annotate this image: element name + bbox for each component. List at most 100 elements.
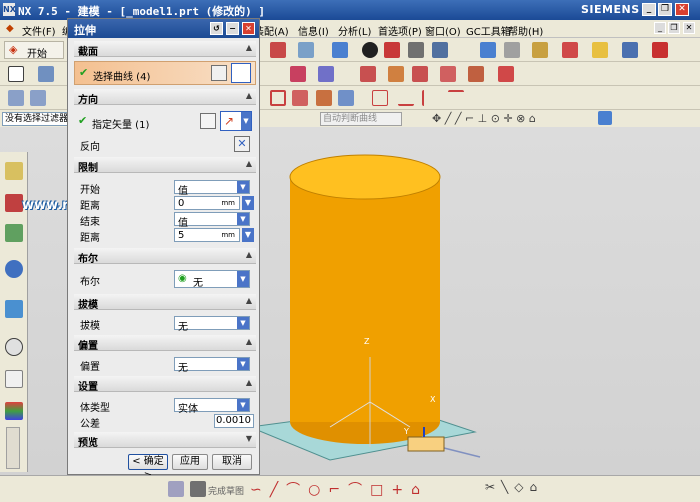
view-icon-3[interactable] xyxy=(432,42,448,58)
sketch-section-icon[interactable] xyxy=(211,65,227,81)
start-button[interactable]: ◈ 开始 xyxy=(4,41,64,60)
start-distance-field[interactable]: 0 mm xyxy=(174,196,240,210)
sketch-constraint-tools[interactable]: ✂╲◇⌂ xyxy=(485,480,543,494)
feature-icon-7[interactable] xyxy=(440,66,456,82)
view-icon-2[interactable] xyxy=(408,42,424,58)
surface-icon-2[interactable] xyxy=(30,90,46,106)
feature-icon-4[interactable] xyxy=(360,66,376,82)
curve-select-icon[interactable] xyxy=(231,63,251,83)
surface-icon[interactable] xyxy=(8,90,24,106)
boolean-header[interactable]: 布尔 ▲ xyxy=(74,248,256,265)
direction-header[interactable]: 方向 ▲ xyxy=(74,89,256,106)
menu-help[interactable]: 帮助(H) xyxy=(508,23,543,38)
reuse-library-icon[interactable] xyxy=(5,224,23,242)
shading-icon[interactable] xyxy=(362,42,378,58)
reverse-direction-button[interactable]: ✕ xyxy=(234,136,250,152)
assembly-nav-icon[interactable] xyxy=(5,162,23,180)
finish-sketch-label[interactable]: 完成草图 xyxy=(208,484,244,497)
history-icon[interactable] xyxy=(5,300,23,318)
sketch-curve-tools[interactable]: ∽╱⌒○⌐⌒□+⌂ xyxy=(250,479,428,499)
curve-icon-5[interactable] xyxy=(372,90,388,106)
menu-info[interactable]: 信息(I) xyxy=(298,23,329,38)
limits-header[interactable]: 限制 ▲ xyxy=(74,157,256,174)
feature-icon-2[interactable] xyxy=(290,66,306,82)
menu-analysis[interactable]: 分析(L) xyxy=(338,23,371,38)
curve-icon[interactable] xyxy=(270,90,286,106)
cancel-button[interactable]: 取消 xyxy=(212,454,252,470)
tool-icon[interactable] xyxy=(504,42,520,58)
apply-button[interactable]: 应用 xyxy=(172,454,208,470)
curve-icon-3[interactable] xyxy=(316,90,332,106)
minimize-button[interactable]: _ xyxy=(642,3,656,16)
finish-sketch-icon[interactable] xyxy=(190,481,206,497)
cube-icon[interactable] xyxy=(332,42,348,58)
feature-icon-3[interactable] xyxy=(318,66,334,82)
system-materials-icon[interactable] xyxy=(5,370,23,388)
menu-gc-toolbox[interactable]: GC工具箱 xyxy=(466,23,511,38)
vector-type-dropdown[interactable]: ↗ ▼ xyxy=(220,111,252,131)
feature-icon-5[interactable] xyxy=(388,66,404,82)
curve-icon-7[interactable] xyxy=(422,90,438,106)
csys-handle[interactable] xyxy=(407,436,445,452)
select-curve-row[interactable]: ✔ 选择曲线 (4) xyxy=(74,61,256,85)
start-dropdown[interactable]: 值 ▼ xyxy=(174,180,250,197)
feature-icon-8[interactable] xyxy=(468,66,484,82)
tool-icon-4[interactable] xyxy=(592,42,608,58)
specify-vector-row[interactable]: ✔ 指定矢量 (1) ↗ ▼ xyxy=(74,111,256,133)
palette-icon[interactable] xyxy=(5,402,23,420)
toolbar-icon-1[interactable] xyxy=(270,42,286,58)
curve-icon-6[interactable] xyxy=(398,90,414,106)
tool-icon-3[interactable] xyxy=(562,42,578,58)
restore-button[interactable]: ❐ xyxy=(658,3,672,16)
dialog-close-button[interactable]: ✕ xyxy=(242,22,255,35)
menu-file[interactable]: 文件(F) xyxy=(22,23,56,38)
draft-header[interactable]: 拔模 ▲ xyxy=(74,294,256,311)
settings-header[interactable]: 设置 ▲ xyxy=(74,376,256,393)
clock-icon[interactable] xyxy=(5,338,23,356)
nx-menu-icon[interactable]: ◆ xyxy=(6,23,14,34)
doc-minimize-button[interactable]: _ xyxy=(654,22,666,34)
end-dropdown[interactable]: 值 ▼ xyxy=(174,212,250,229)
filter-icon[interactable] xyxy=(598,111,612,125)
start-distance-menu[interactable]: ▼ xyxy=(242,196,254,210)
collapse-button[interactable]: − xyxy=(226,22,239,35)
toolbar-icon-2[interactable] xyxy=(298,42,314,58)
curve-icon-4[interactable] xyxy=(338,90,354,106)
feature-icon-9[interactable] xyxy=(498,66,514,82)
doc-close-button[interactable]: ✕ xyxy=(683,22,695,34)
draft-dropdown[interactable]: 无 ▼ xyxy=(174,316,250,333)
view-icon[interactable] xyxy=(384,42,400,58)
offset-dropdown[interactable]: 无 ▼ xyxy=(174,357,250,374)
tool-icon-2[interactable] xyxy=(532,42,548,58)
curve-icon-8[interactable] xyxy=(448,90,464,106)
feature-icon-6[interactable] xyxy=(412,66,428,82)
reset-button[interactable]: ↺ xyxy=(210,22,223,35)
tool-icon-5[interactable] xyxy=(622,42,638,58)
preview-header[interactable]: 预览 ▼ xyxy=(74,432,256,449)
feature-icon[interactable] xyxy=(38,66,54,82)
close-button[interactable]: ✕ xyxy=(675,3,689,16)
vector-dialog-icon[interactable] xyxy=(200,113,216,129)
boolean-dropdown[interactable]: ◉ 无 ▼ xyxy=(174,270,250,289)
selection-filter-dropdown[interactable]: 没有选择过滤器 xyxy=(2,112,68,126)
curve-rule-dropdown[interactable]: 自动判断曲线 xyxy=(320,112,402,126)
tolerance-field[interactable]: 0.0010 xyxy=(214,414,254,428)
tool-icon-6[interactable] xyxy=(652,42,668,58)
section-header[interactable]: 截面 ▲ xyxy=(74,41,256,58)
web-browser-icon[interactable] xyxy=(5,260,23,278)
offset-header[interactable]: 偏置 ▲ xyxy=(74,335,256,352)
resource-scrollbar[interactable] xyxy=(6,427,20,469)
curve-icon-2[interactable] xyxy=(292,90,308,106)
end-distance-menu[interactable]: ▼ xyxy=(242,228,254,242)
snap-point-icons[interactable]: ✥ ╱ ╱ ⌐ ⊥ ⊙ ✛ ⊗ ⌂ xyxy=(432,112,536,125)
end-distance-field[interactable]: 5 mm xyxy=(174,228,240,242)
menu-preferences[interactable]: 首选项(P) xyxy=(378,23,422,38)
menu-window[interactable]: 窗口(O) xyxy=(425,23,461,38)
ok-button[interactable]: < 确定 > xyxy=(128,454,168,481)
body-type-dropdown[interactable]: 实体 ▼ xyxy=(174,398,250,415)
doc-restore-button[interactable]: ❐ xyxy=(668,22,680,34)
sketch-plane-icon[interactable] xyxy=(168,481,184,497)
sketch-icon[interactable] xyxy=(8,66,24,82)
layer-icon[interactable] xyxy=(480,42,496,58)
part-nav-icon[interactable] xyxy=(5,194,23,212)
